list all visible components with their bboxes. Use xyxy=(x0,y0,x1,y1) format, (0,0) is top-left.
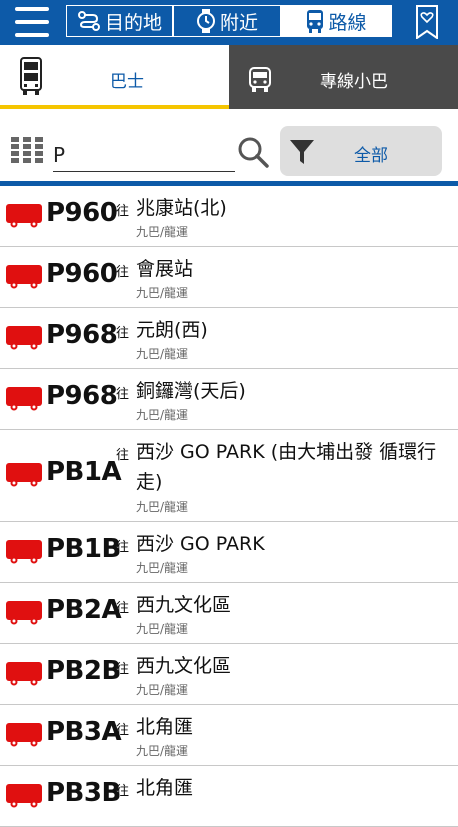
mode-switcher: 目的地 附近 路線 xyxy=(66,5,392,37)
route-destination: 西九文化區 xyxy=(136,655,232,677)
to-label: 往 xyxy=(116,662,130,677)
route-destination: 元朗(西) xyxy=(136,319,208,341)
bus-icon xyxy=(6,540,42,564)
to-label: 往 xyxy=(116,204,130,219)
route-number: PB1A xyxy=(46,457,122,487)
list-item[interactable]: P968 往銅鑼灣(天后) 九巴/龍運 xyxy=(0,369,458,430)
route-operator: 九巴/龍運 xyxy=(136,683,189,697)
route-destination: 西沙 GO PARK (由大埔出發 循環行走) xyxy=(136,441,437,493)
list-item[interactable]: PB1B 往西沙 GO PARK 九巴/龍運 xyxy=(0,522,458,583)
search-icon[interactable] xyxy=(237,136,269,168)
tab-minibus[interactable]: 專線小巴 xyxy=(229,45,458,109)
minibus-icon xyxy=(249,67,271,92)
route-number: PB1B xyxy=(46,534,121,564)
to-label: 往 xyxy=(116,265,130,280)
list-item[interactable]: PB2A 往西九文化區九巴/龍運 xyxy=(0,583,458,644)
route-number: PB2B xyxy=(46,656,121,686)
route-destination: 北角匯 xyxy=(136,777,194,799)
to-label: 往 xyxy=(116,601,130,616)
bus-icon xyxy=(6,463,42,487)
route-search-input[interactable] xyxy=(53,139,235,172)
filter-button[interactable]: 全部 xyxy=(280,126,442,176)
list-item[interactable]: PB2B 往西九文化區九巴/龍運 xyxy=(0,644,458,705)
route-number: P968 xyxy=(46,381,118,411)
tab-bus[interactable]: 巴士 xyxy=(0,45,229,109)
list-item[interactable]: PB3A 往北角匯九巴/龍運 xyxy=(0,705,458,766)
route-number: PB2A xyxy=(46,595,122,625)
list-item[interactable]: P960 往兆康站(北) 九巴/龍運 xyxy=(0,186,458,247)
segment-destination-label: 目的地 xyxy=(104,11,162,34)
tab-minibus-label: 專線小巴 xyxy=(320,72,388,92)
list-item[interactable]: PB1A 往西沙 GO PARK (由大埔出發 循環行走) 九巴/龍運 xyxy=(0,430,458,522)
watch-icon xyxy=(196,9,215,33)
bus-icon xyxy=(6,601,42,625)
route-operator: 九巴/龍運 xyxy=(136,622,189,636)
tab-bus-label: 巴士 xyxy=(110,72,144,92)
bookmark-heart-icon[interactable] xyxy=(414,5,440,39)
route-operator: 九巴/龍運 xyxy=(136,347,189,361)
list-item[interactable]: P960 往會展站九巴/龍運 xyxy=(0,247,458,308)
bus-icon xyxy=(6,723,42,747)
to-label: 往 xyxy=(116,540,130,555)
segment-nearby[interactable]: 附近 xyxy=(174,6,282,36)
to-label: 往 xyxy=(116,387,130,402)
keypad-grid-icon[interactable] xyxy=(11,137,43,163)
list-item[interactable]: P968 往元朗(西) 九巴/龍運 xyxy=(0,308,458,369)
search-bar: 全部 xyxy=(0,109,458,185)
route-destination: 西九文化區 xyxy=(136,594,232,616)
double-decker-icon xyxy=(20,57,42,95)
segment-destination[interactable]: 目的地 xyxy=(67,6,174,36)
hamburger-icon[interactable] xyxy=(15,7,49,37)
to-label: 往 xyxy=(116,784,130,799)
route-destination: 銅鑼灣(天后) xyxy=(136,380,246,402)
bus-icon xyxy=(6,662,42,686)
bus-icon xyxy=(6,784,42,808)
to-label: 往 xyxy=(116,723,130,738)
top-bar: 目的地 附近 路線 xyxy=(0,0,458,45)
filter-icon xyxy=(290,140,314,164)
route-operator: 九巴/龍運 xyxy=(136,286,189,300)
bus-icon xyxy=(6,326,42,350)
route-number: P968 xyxy=(46,320,118,350)
route-destination: 西沙 GO PARK xyxy=(136,533,265,555)
to-label: 往 xyxy=(116,448,130,463)
route-destination: 會展站 xyxy=(136,258,194,280)
route-operator: 九巴/龍運 xyxy=(136,561,189,575)
bus-icon xyxy=(6,387,42,411)
bus-icon xyxy=(6,265,42,289)
to-label: 往 xyxy=(116,326,130,341)
route-operator: 九巴/龍運 xyxy=(136,744,189,758)
route-operator: 九巴/龍運 xyxy=(136,408,189,422)
route-number: P960 xyxy=(46,198,118,228)
route-destination: 兆康站(北) xyxy=(136,197,227,219)
route-number: P960 xyxy=(46,259,118,289)
route-number: PB3A xyxy=(46,717,122,747)
segment-nearby-label: 附近 xyxy=(219,11,258,34)
filter-label: 全部 xyxy=(354,146,388,166)
bus-icon xyxy=(6,204,42,228)
route-operator: 九巴/龍運 xyxy=(136,225,189,239)
bus-front-icon xyxy=(307,10,324,33)
transport-tabs: 巴士 專線小巴 xyxy=(0,45,458,109)
list-item[interactable]: PB3B 往北角匯 xyxy=(0,766,458,827)
route-operator: 九巴/龍運 xyxy=(136,500,189,514)
route-icon xyxy=(77,11,100,31)
segment-routes[interactable]: 路線 xyxy=(282,6,391,36)
route-destination: 北角匯 xyxy=(136,716,194,738)
segment-routes-label: 路線 xyxy=(328,11,367,34)
route-list: P960 往兆康站(北) 九巴/龍運 P960 往會展站 九巴/龍運 P968 往元朗(西) 九… xyxy=(0,186,458,827)
route-number: PB3B xyxy=(46,778,121,808)
